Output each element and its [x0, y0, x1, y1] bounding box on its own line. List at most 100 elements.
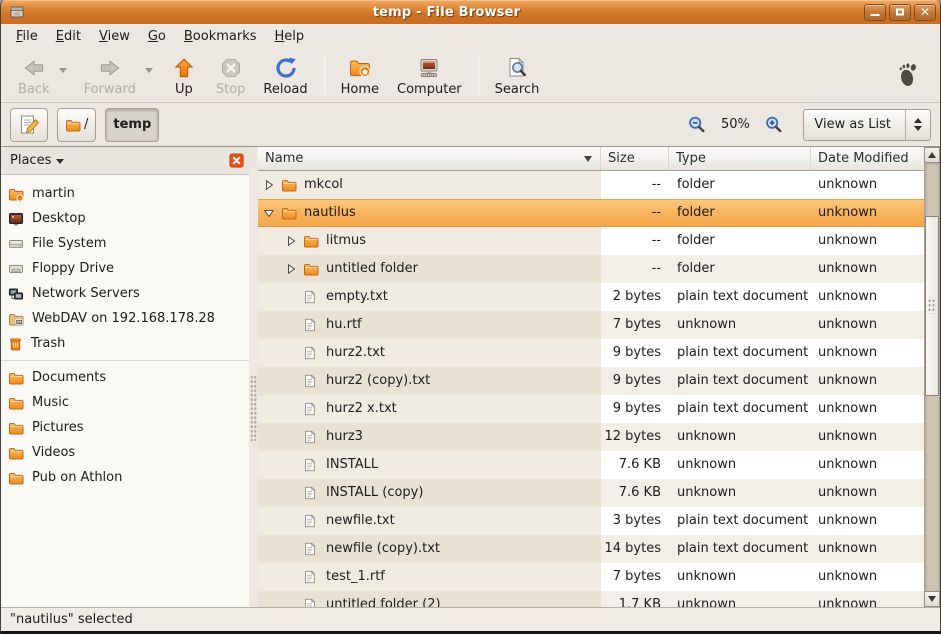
file-row[interactable]: hurz2.txt 9 bytes plain text document un…	[258, 339, 924, 367]
menu-go[interactable]: Go	[139, 26, 175, 47]
sidebar-item-pub-on-athlon[interactable]: Pub on Athlon	[1, 465, 249, 490]
path-button-current[interactable]: temp	[105, 108, 159, 142]
titlebar[interactable]: temp - File Browser ✕	[1, 0, 940, 24]
back-history-caret[interactable]	[59, 68, 67, 73]
sidebar-header[interactable]: Places	[1, 147, 249, 175]
column-header-type[interactable]: Type	[669, 147, 811, 170]
expander-collapsed-icon[interactable]	[285, 235, 298, 248]
file-row[interactable]: litmus -- folder unknown	[258, 227, 924, 255]
file-row[interactable]: hurz2 x.txt 9 bytes plain text document …	[258, 395, 924, 423]
expander-collapsed-icon[interactable]	[285, 263, 298, 276]
column-header-name[interactable]: Name	[258, 147, 601, 170]
expander-icon[interactable]	[285, 515, 298, 528]
expander-collapsed-icon[interactable]	[263, 179, 276, 192]
status-bar: "nautilus" selected	[1, 607, 940, 631]
window-title: temp - File Browser	[29, 5, 864, 20]
scrollbar-thumb[interactable]	[925, 216, 939, 396]
sidebar-close-button[interactable]	[229, 153, 244, 168]
maximize-button[interactable]	[889, 4, 911, 21]
expander-icon[interactable]	[285, 431, 298, 444]
file-row[interactable]: newfile (copy).txt 14 bytes plain text d…	[258, 535, 924, 563]
file-row[interactable]: hurz2 (copy).txt 9 bytes plain text docu…	[258, 367, 924, 395]
home-button[interactable]: Home	[332, 52, 388, 99]
file-row[interactable]: untitled folder -- folder unknown	[258, 255, 924, 283]
column-header-date-modified[interactable]: Date Modified	[811, 147, 924, 170]
vertical-scrollbar[interactable]	[924, 147, 940, 607]
sidebar-item-videos[interactable]: Videos	[1, 440, 249, 465]
expander-icon[interactable]	[285, 403, 298, 416]
forward-button[interactable]: Forward	[75, 52, 145, 99]
folder-icon	[303, 233, 320, 249]
expander-icon[interactable]	[285, 347, 298, 360]
expander-icon[interactable]	[285, 375, 298, 388]
places-sidebar: Places martin Desktop File System	[1, 147, 249, 607]
sidebar-item-documents[interactable]: Documents	[1, 365, 249, 390]
sidebar-item-floppy-drive[interactable]: Floppy Drive	[1, 256, 249, 281]
file-row[interactable]: mkcol -- folder unknown	[258, 171, 924, 199]
expander-icon[interactable]	[285, 319, 298, 332]
edit-location-button[interactable]	[10, 108, 48, 142]
file-row[interactable]: empty.txt 2 bytes plain text document un…	[258, 283, 924, 311]
toolbar: Back Forward Up Stop Reload Home Compute…	[1, 48, 940, 103]
sidebar-item-network-servers[interactable]: Network Servers	[1, 281, 249, 306]
expander-icon[interactable]	[285, 459, 298, 472]
menu-help[interactable]: Help	[266, 26, 314, 47]
file-icon	[303, 569, 320, 585]
sidebar-item-martin[interactable]: martin	[1, 181, 249, 206]
sidebar-item-desktop[interactable]: Desktop	[1, 206, 249, 231]
desktop-icon	[8, 211, 24, 227]
sort-arrow-icon	[584, 156, 592, 162]
expander-icon[interactable]	[285, 487, 298, 500]
path-button-root[interactable]: /	[57, 108, 96, 142]
gnome-logo-icon	[896, 62, 922, 88]
reload-button[interactable]: Reload	[254, 52, 316, 99]
stop-button[interactable]: Stop	[207, 52, 255, 99]
file-row[interactable]: hurz3 12 bytes unknown unknown	[258, 423, 924, 451]
expander-icon[interactable]	[285, 543, 298, 556]
up-icon	[172, 55, 196, 81]
minimize-button[interactable]	[864, 4, 886, 21]
file-row[interactable]: hu.rtf 7 bytes unknown unknown	[258, 311, 924, 339]
file-icon	[303, 597, 320, 607]
folder-icon	[303, 261, 320, 277]
file-row[interactable]: INSTALL (copy) 7.6 KB unknown unknown	[258, 479, 924, 507]
zoom-level: 50%	[712, 117, 758, 132]
file-icon	[303, 401, 320, 417]
up-button[interactable]: Up	[161, 52, 207, 99]
sidebar-item-pictures[interactable]: Pictures	[1, 415, 249, 440]
column-header-size[interactable]: Size	[601, 147, 669, 170]
sidebar-item-trash[interactable]: Trash	[1, 331, 249, 356]
forward-history-caret[interactable]	[145, 68, 153, 73]
file-row[interactable]: nautilus -- folder unknown	[258, 199, 924, 227]
sidebar-item-webdav-on-192-168-178-28[interactable]: WebDAV on 192.168.178.28	[1, 306, 249, 331]
menu-file[interactable]: File	[7, 26, 47, 47]
file-row[interactable]: test_1.rtf 7 bytes unknown unknown	[258, 563, 924, 591]
sidebar-item-music[interactable]: Music	[1, 390, 249, 415]
menu-bookmarks[interactable]: Bookmarks	[175, 26, 266, 47]
search-button[interactable]: Search	[486, 52, 549, 99]
menu-edit[interactable]: Edit	[47, 26, 90, 47]
back-button[interactable]: Back	[9, 52, 59, 99]
view-mode-spinner[interactable]	[905, 110, 930, 140]
places-selector[interactable]: Places	[10, 153, 51, 168]
folder-icon	[65, 117, 81, 133]
zoom-in-button[interactable]	[758, 115, 789, 134]
scrollbar-trough[interactable]	[924, 163, 940, 591]
file-row[interactable]: newfile.txt 3 bytes plain text document …	[258, 507, 924, 535]
sidebar-item-file-system[interactable]: File System	[1, 231, 249, 256]
file-rows: mkcol -- folder unknown nautilus -- fold…	[258, 171, 924, 607]
file-row[interactable]: untitled folder (2) 1.7 KB unknown unkno…	[258, 591, 924, 607]
expander-icon[interactable]	[285, 291, 298, 304]
scroll-down-button[interactable]	[924, 591, 940, 607]
file-row[interactable]: INSTALL 7.6 KB unknown unknown	[258, 451, 924, 479]
expander-icon[interactable]	[285, 571, 298, 584]
expander-icon[interactable]	[285, 599, 298, 608]
scroll-up-button[interactable]	[924, 147, 940, 163]
pane-resize-handle[interactable]	[249, 147, 258, 607]
zoom-out-button[interactable]	[681, 115, 712, 134]
view-mode-selector[interactable]: View as List	[803, 109, 931, 141]
expander-expanded-icon[interactable]	[263, 207, 276, 220]
close-button[interactable]: ✕	[914, 4, 936, 21]
menu-view[interactable]: View	[90, 26, 139, 47]
computer-button[interactable]: Computer	[388, 52, 471, 99]
